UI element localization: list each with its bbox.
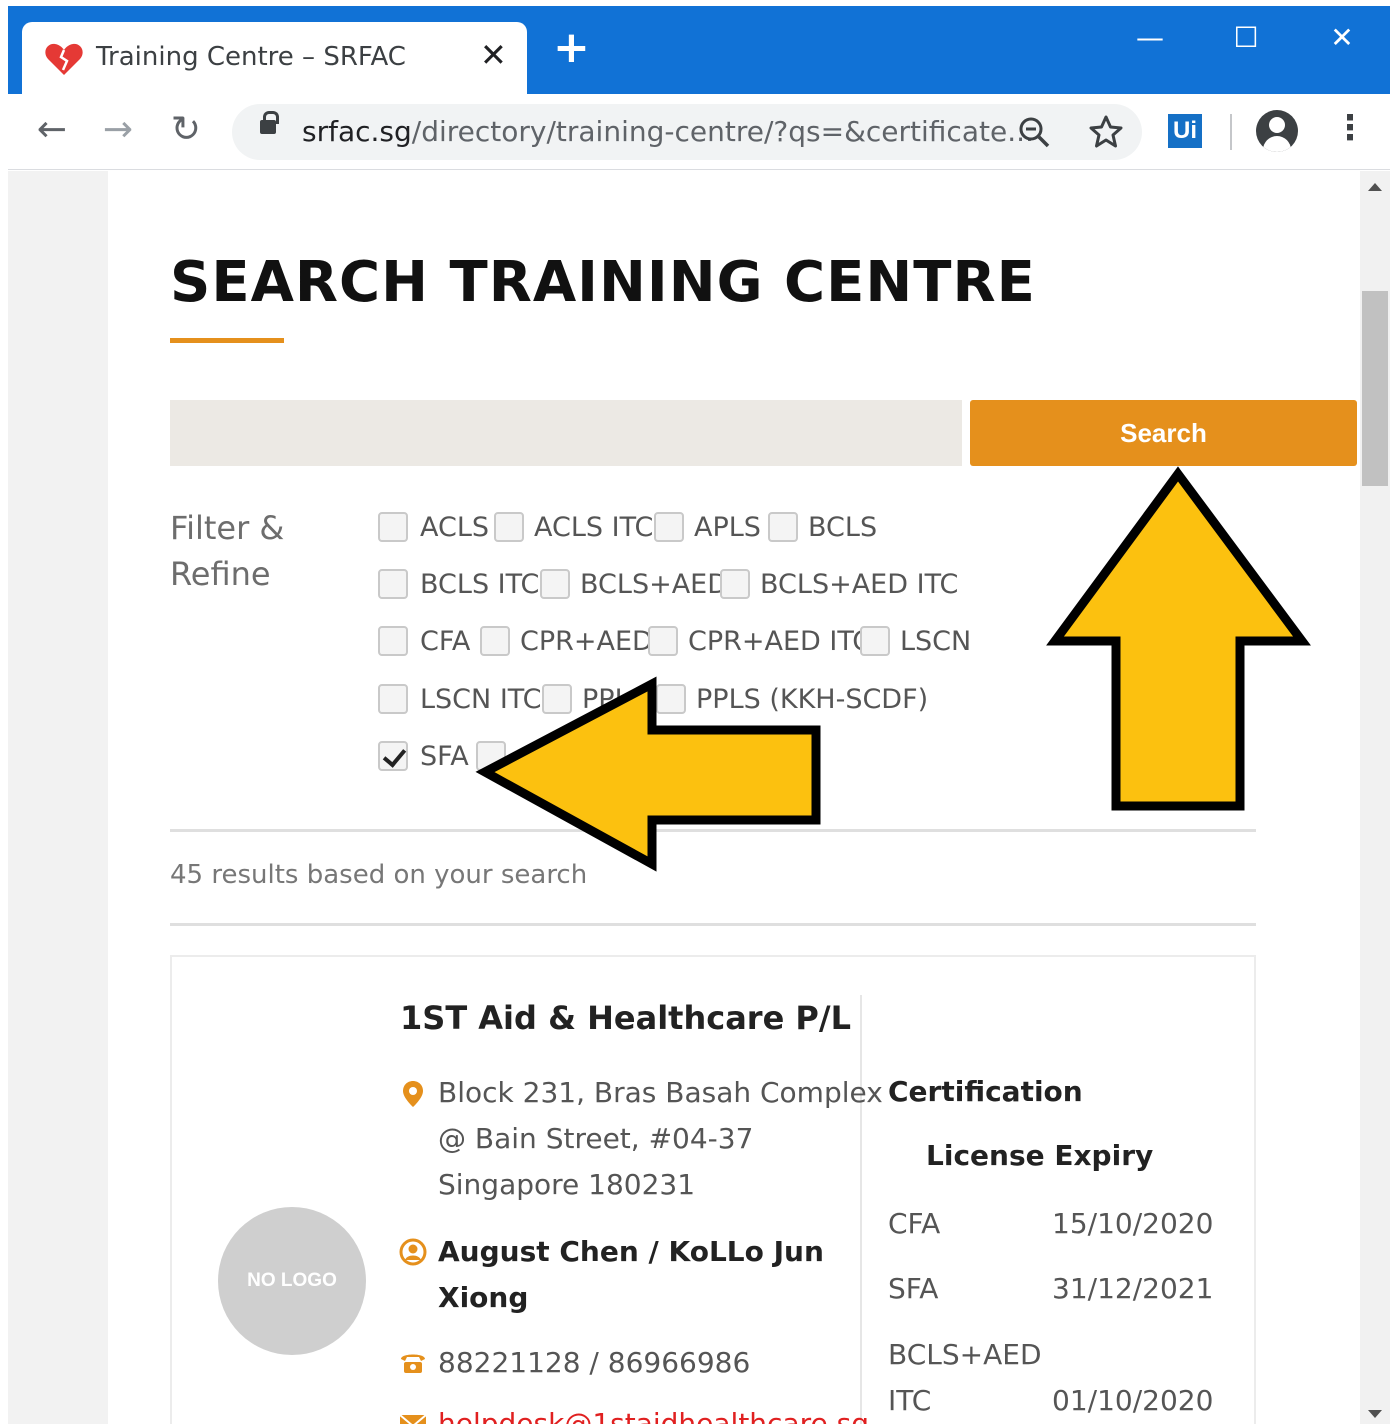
- browser-tab[interactable]: Training Centre – SRFAC ✕: [22, 22, 527, 94]
- location-pin-icon: [403, 1081, 423, 1107]
- title-underline: [170, 338, 284, 343]
- checkbox-ppls-kkh-scdf[interactable]: [656, 684, 686, 714]
- profile-icon[interactable]: [1256, 110, 1298, 152]
- cert-expiry: 01/10/2020: [1052, 1384, 1214, 1417]
- checkbox-cfa[interactable]: [378, 626, 408, 656]
- checkbox-label: CFA: [420, 626, 471, 657]
- checkbox-label: SFA: [420, 741, 469, 772]
- filter-refine-label: Filter & Refine: [170, 509, 285, 593]
- checkbox-hidden-option[interactable]: [476, 741, 506, 771]
- checkbox-bcls-itc[interactable]: [378, 569, 408, 599]
- window-maximize-icon[interactable]: ☐: [1226, 18, 1266, 58]
- checkbox-label: PPLS: [582, 684, 647, 715]
- address-line-2: @ Bain Street, #04-37: [438, 1122, 754, 1155]
- checkbox-label: CPR+AED: [520, 626, 653, 657]
- tab-close-icon[interactable]: ✕: [480, 36, 507, 74]
- cert-expiry: 31/12/2021: [1052, 1272, 1214, 1305]
- license-expiry-header: License Expiry: [926, 1139, 1154, 1172]
- new-tab-button[interactable]: +: [553, 26, 590, 70]
- heart-favicon-icon: [45, 43, 83, 75]
- checkbox-ppls[interactable]: [542, 684, 572, 714]
- back-arrow-icon[interactable]: ←: [30, 108, 74, 152]
- checkbox-label: ACLS ITC: [534, 512, 654, 543]
- uipath-extension-icon[interactable]: Ui: [1168, 114, 1202, 148]
- url-text[interactable]: srfac.sg/directory/training-centre/?qs=&…: [302, 115, 1034, 148]
- address-line-3: Singapore 180231: [438, 1168, 696, 1201]
- phone-number[interactable]: 88221128 / 86966986: [438, 1340, 750, 1386]
- url-path: /directory/training-centre/?qs=&certific…: [411, 115, 1034, 148]
- certification-header: Certification: [888, 1075, 1083, 1108]
- checkbox-label: ACLS: [420, 512, 490, 543]
- checkbox-bcls-aed[interactable]: [540, 569, 570, 599]
- contact-line-2: Xiong: [438, 1281, 529, 1314]
- address-bar[interactable]: srfac.sg/directory/training-centre/?qs=&…: [232, 104, 1142, 160]
- reload-icon[interactable]: ↻: [164, 108, 208, 152]
- cert-name: SFA: [888, 1272, 939, 1305]
- window-minimize-icon[interactable]: —: [1130, 18, 1170, 58]
- checkbox-bcls-aed-itc[interactable]: [720, 569, 750, 599]
- search-input[interactable]: [170, 400, 962, 466]
- checkbox-lscn[interactable]: [860, 626, 890, 656]
- no-logo-placeholder: NO LOGO: [218, 1207, 366, 1355]
- centre-name[interactable]: 1ST Aid & Healthcare P/L: [400, 999, 851, 1037]
- card-column-separator: [860, 995, 862, 1424]
- browser-titlebar: Training Centre – SRFAC ✕ + — ☐ ✕: [8, 6, 1390, 94]
- checkbox-label: BCLS ITC: [420, 569, 540, 600]
- cert-expiry: 15/10/2020: [1052, 1207, 1214, 1240]
- window-close-icon[interactable]: ✕: [1322, 18, 1362, 58]
- checkbox-label: CPR+AED ITC: [688, 626, 872, 657]
- bookmark-star-icon[interactable]: [1086, 112, 1126, 152]
- checkbox-label: LSCN: [900, 626, 972, 657]
- contact-person-icon: [399, 1238, 427, 1266]
- checkbox-label: BCLS+AED: [580, 569, 729, 600]
- checkbox-apls[interactable]: [654, 512, 684, 542]
- cert-name: BCLS+AED: [888, 1338, 1042, 1371]
- checkbox-label: APLS: [694, 512, 761, 543]
- contact-line-1: August Chen / KoLLo Jun: [438, 1235, 824, 1268]
- toolbar-separator: [1230, 114, 1232, 150]
- filter-divider: [170, 829, 1256, 832]
- checkbox-cpr-aed[interactable]: [480, 626, 510, 656]
- checkbox-acls[interactable]: [378, 512, 408, 542]
- page-title: SEARCH TRAINING CENTRE: [170, 250, 1036, 315]
- page-scrollbar[interactable]: [1360, 171, 1390, 1424]
- zoom-icon[interactable]: [1014, 112, 1054, 152]
- tab-title: Training Centre – SRFAC: [96, 42, 406, 72]
- results-divider: [170, 923, 1256, 926]
- email-link[interactable]: helpdesk@1staidhealthcare.sg: [438, 1401, 869, 1424]
- address-line-1: Block 231, Bras Basah Complex: [438, 1076, 883, 1109]
- checkbox-bcls[interactable]: [768, 512, 798, 542]
- training-centre-card: NO LOGO 1ST Aid & Healthcare P/L Block 2…: [170, 955, 1256, 1424]
- checkbox-lscn-itc[interactable]: [378, 684, 408, 714]
- checkbox-label: BCLS+AED ITC: [760, 569, 959, 600]
- cert-name: ITC: [888, 1384, 932, 1417]
- scroll-down-icon[interactable]: [1368, 1410, 1382, 1418]
- forward-arrow-icon[interactable]: →: [96, 108, 140, 152]
- cert-name: CFA: [888, 1207, 941, 1240]
- results-count: 45 results based on your search: [170, 860, 588, 890]
- checkbox-cpr-aed-itc[interactable]: [648, 626, 678, 656]
- phone-icon: [401, 1354, 425, 1373]
- email-icon: [399, 1414, 427, 1424]
- lock-icon: [260, 111, 279, 134]
- checkbox-label: PPLS (KKH-SCDF): [696, 684, 929, 715]
- scroll-up-icon[interactable]: [1368, 183, 1382, 191]
- checkbox-label: LSCN ITC: [420, 684, 542, 715]
- menu-dots-icon[interactable]: ⋮: [1333, 108, 1367, 148]
- url-host: srfac.sg: [302, 115, 412, 148]
- checkbox-label: BCLS: [808, 512, 878, 543]
- browser-toolbar: ← → ↻ srfac.sg/directory/training-centre…: [8, 94, 1390, 170]
- scroll-thumb[interactable]: [1362, 291, 1388, 486]
- search-button[interactable]: Search: [970, 400, 1357, 466]
- checkbox-acls-itc[interactable]: [494, 512, 524, 542]
- checkbox-sfa[interactable]: [378, 741, 408, 771]
